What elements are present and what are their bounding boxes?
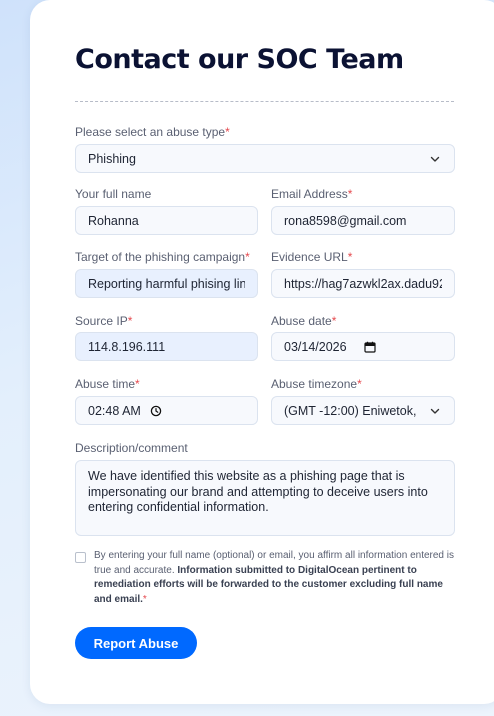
timezone-value: (GMT -12:00) Eniwetok, [284,403,417,418]
email-input[interactable]: rona8598@gmail.com [271,206,455,235]
abuse-type-select[interactable]: Phishing [75,144,455,173]
full-name-label: Your full name [75,187,152,201]
abuse-time-label: Abuse time* [75,377,140,391]
abuse-type-value: Phishing [88,151,136,166]
contact-form-card: Contact our SOC Team Please select an ab… [30,0,494,704]
full-name-value: Rohanna [88,213,139,228]
required-mark: * [331,314,337,328]
timezone-label: Abuse timezone* [271,377,362,391]
target-label: Target of the phishing campaign* [75,250,250,264]
abuse-time-value: 02:48 AM [88,403,141,418]
chevron-down-icon [430,156,440,162]
abuse-date-input[interactable]: 03/14/2026 [271,332,455,361]
timezone-select[interactable]: (GMT -12:00) Eniwetok, [271,396,455,425]
source-ip-value: 114.8.196.111 [88,339,166,354]
source-ip-input[interactable]: 114.8.196.111 [75,332,258,361]
consent-checkbox[interactable] [75,552,86,563]
required-mark: * [135,377,140,391]
email-value: rona8598@gmail.com [284,213,407,228]
clock-icon[interactable] [150,405,162,417]
page-title: Contact our SOC Team [75,44,404,75]
description-label: Description/comment [75,441,188,455]
evidence-url-input[interactable]: https://hag7azwkl2ax.dadu92 [271,269,455,298]
title-divider [75,101,454,102]
email-label-text: Email Address [271,187,348,201]
email-label: Email Address* [271,187,352,201]
abuse-date-label-text: Abuse date [271,314,332,328]
required-mark: * [347,250,353,264]
abuse-date-label: Abuse date* [271,314,336,328]
evidence-url-value: https://hag7azwkl2ax.dadu92 [284,276,442,291]
calendar-icon[interactable] [364,341,376,353]
required-mark: * [225,125,230,139]
required-mark: * [357,377,362,391]
abuse-type-label: Please select an abuse type* [75,125,230,139]
abuse-time-label-text: Abuse time [75,377,136,391]
target-label-text: Target of the phishing campaign [75,250,246,264]
required-mark: * [347,187,353,201]
consent-text: By entering your full name (optional) or… [94,549,458,607]
timezone-label-text: Abuse timezone [271,377,358,391]
target-value: Reporting harmful phising link [88,276,245,291]
abuse-type-label-text: Please select an abuse type [75,125,226,139]
required-mark: * [127,314,133,328]
abuse-time-input[interactable]: 02:48 AM [75,396,258,425]
source-ip-label-text: Source IP [75,314,128,328]
required-mark: * [245,250,250,264]
source-ip-label: Source IP* [75,314,132,328]
full-name-input[interactable]: Rohanna [75,206,258,235]
target-input[interactable]: Reporting harmful phising link [75,269,258,298]
required-mark: * [142,593,147,605]
evidence-url-label-text: Evidence URL [271,250,348,264]
evidence-url-label: Evidence URL* [271,250,352,264]
report-abuse-button[interactable]: Report Abuse [75,627,197,659]
chevron-down-icon [430,408,440,414]
abuse-date-value: 03/14/2026 [284,339,347,354]
description-textarea[interactable]: We have identified this website as a phi… [75,460,455,536]
